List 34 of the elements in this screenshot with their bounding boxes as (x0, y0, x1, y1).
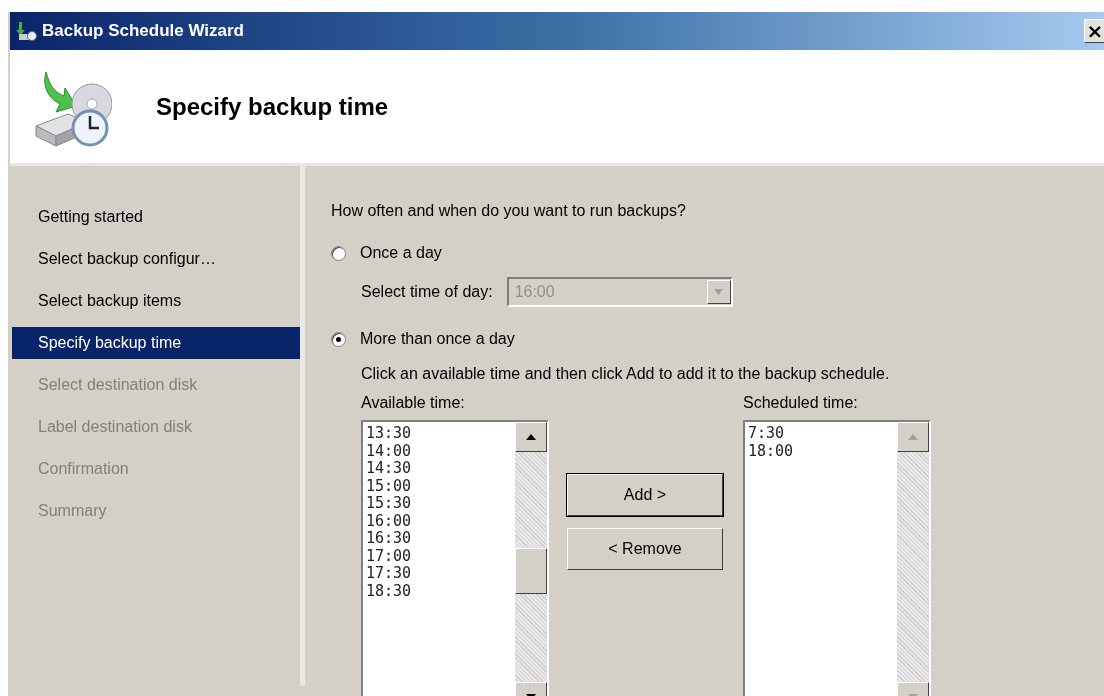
scroll-up-icon (908, 434, 918, 440)
scroll-up-icon (526, 434, 536, 440)
list-item[interactable]: 16:30 (366, 530, 412, 548)
wizard-step[interactable]: Select backup items (12, 285, 300, 317)
question-text: How often and when do you want to run backups? (331, 202, 687, 221)
field-label: Select time of day: (361, 283, 493, 301)
wizard-step[interactable]: Select backup configur… (12, 243, 300, 275)
list-item[interactable]: 17:00 (366, 547, 412, 565)
wizard-step[interactable]: Getting started (12, 201, 300, 233)
close-button[interactable]: × (1084, 19, 1104, 43)
list-item[interactable]: 17:30 (366, 565, 412, 583)
time-list[interactable]: 13:30 14:00 14:30 15:00 15:30 16:00 16:30 17:00 17:30 18:30 (361, 420, 549, 696)
list-item[interactable]: 15:00 (366, 477, 412, 495)
action-button[interactable]: Add > (567, 474, 723, 516)
scrollbar[interactable] (515, 422, 547, 696)
scroll-thumb[interactable] (515, 548, 547, 594)
radio-label[interactable]: More than once a day (360, 330, 515, 348)
dropdown-arrow-icon (714, 289, 724, 295)
radio-label[interactable]: Once a day (360, 244, 442, 262)
radio-button[interactable] (331, 331, 346, 347)
action-button[interactable]: < Remove (567, 528, 723, 570)
list-item[interactable]: 15:30 (366, 495, 412, 513)
list-item[interactable]: 16:00 (366, 512, 412, 530)
list-item[interactable]: 13:30 (366, 425, 412, 443)
list-item[interactable]: 18:30 (366, 582, 412, 600)
list-label: Scheduled time: (743, 394, 859, 412)
window-title: Backup Schedule Wizard (42, 21, 244, 41)
list-item[interactable]: 14:30 (366, 460, 412, 478)
list-item[interactable]: 14:00 (366, 442, 412, 460)
wizard-step[interactable]: Specify backup time (12, 327, 300, 359)
page-heading: Specify backup time (156, 92, 389, 121)
instruction-text: Click an available time and then click Add to add it to the backup schedule. (360, 364, 891, 384)
list-label: Available time: (361, 394, 466, 412)
backup-icon (16, 21, 38, 41)
